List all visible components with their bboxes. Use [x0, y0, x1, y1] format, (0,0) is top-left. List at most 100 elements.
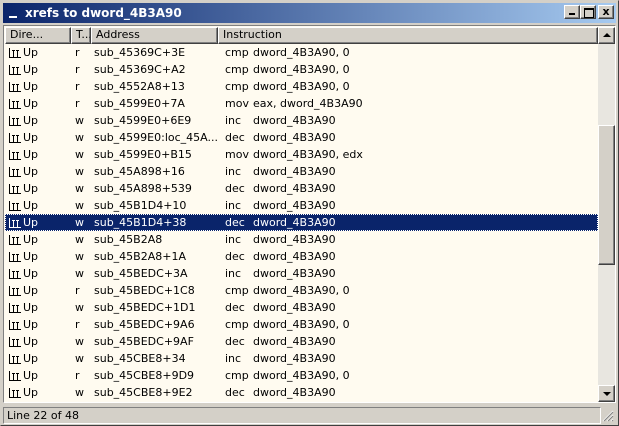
list-item[interactable]: Up w sub_45A898+16 inc dword_4B3A90: [5, 163, 598, 180]
list-item[interactable]: Up w sub_45BEDC+1D1 dec dword_4B3A90: [5, 299, 598, 316]
mnemonic-cell: dec: [225, 250, 245, 263]
address-cell: sub_45369C+A2: [94, 63, 186, 76]
address-cell: sub_45369C+3E: [94, 46, 186, 59]
direction-cell: Up: [5, 199, 71, 212]
address-cell: sub_4599E0+7A: [94, 97, 185, 110]
list-item[interactable]: Up r sub_45BEDC+9A6 cmp dword_4B3A90, 0: [5, 316, 598, 333]
operands-cell: dword_4B3A90: [253, 250, 336, 263]
direction-cell: Up: [5, 97, 71, 110]
direction-cell: Up: [5, 148, 71, 161]
type-cell: w: [75, 114, 84, 127]
list-item[interactable]: Up w sub_4599E0+B15 mov dword_4B3A90, edx: [5, 146, 598, 163]
xref-list[interactable]: Dire... T... Address Instruction Up r sub_…: [3, 25, 616, 403]
mnemonic-cell: dec: [225, 386, 245, 399]
xref-direction-icon: [8, 115, 22, 127]
direction-cell: Up: [5, 114, 71, 127]
direction-label: Up: [23, 165, 39, 178]
direction-label: Up: [23, 97, 39, 110]
list-item[interactable]: Up w sub_45B2A8 inc dword_4B3A90: [5, 231, 598, 248]
minimize-button[interactable]: [564, 5, 580, 19]
mnemonic-cell: inc: [225, 352, 242, 365]
direction-label: Up: [23, 267, 39, 280]
mnemonic-cell: dec: [225, 216, 245, 229]
xref-direction-icon: [8, 47, 22, 59]
list-item[interactable]: Up w sub_45CBE8+9E2 dec dword_4B3A90: [5, 384, 598, 401]
list-item[interactable]: Up w sub_45CBE8+34 inc dword_4B3A90: [5, 350, 598, 367]
xref-direction-icon: [8, 98, 22, 110]
direction-cell: Up: [5, 318, 71, 331]
direction-cell: Up: [5, 131, 71, 144]
operands-cell: dword_4B3A90, 0: [253, 284, 350, 297]
column-header-type[interactable]: T...: [71, 27, 91, 44]
vertical-scrollbar[interactable]: [598, 27, 615, 402]
list-item[interactable]: Up w sub_45BEDC+9AF dec dword_4B3A90: [5, 333, 598, 350]
direction-cell: Up: [5, 284, 71, 297]
scroll-down-button[interactable]: [598, 385, 615, 402]
list-item[interactable]: Up w sub_45B1D4+38 dec dword_4B3A90: [5, 214, 598, 231]
maximize-button[interactable]: [580, 5, 596, 19]
list-item[interactable]: Up w sub_4599E0:loc_45A... dec dword_4B3A90: [5, 129, 598, 146]
address-cell: sub_45CBE8+34: [94, 352, 186, 365]
type-cell: r: [75, 80, 80, 93]
type-cell: r: [75, 284, 80, 297]
resize-grip-icon[interactable]: [602, 410, 614, 422]
mnemonic-cell: inc: [225, 199, 242, 212]
xref-direction-icon: [8, 217, 22, 229]
address-cell: sub_45BEDC+3A: [94, 267, 188, 280]
mnemonic-cell: mov: [225, 97, 249, 110]
list-item[interactable]: Up r sub_45CBE8+9D9 cmp dword_4B3A90, 0: [5, 367, 598, 384]
xref-direction-icon: [8, 200, 22, 212]
list-item[interactable]: Up w sub_45BEDC+3A inc dword_4B3A90: [5, 265, 598, 282]
list-item[interactable]: Up r sub_45369C+A2 cmp dword_4B3A90, 0: [5, 61, 598, 78]
direction-label: Up: [23, 284, 39, 297]
type-cell: w: [75, 148, 84, 161]
operands-cell: dword_4B3A90: [253, 335, 336, 348]
close-button[interactable]: x: [598, 5, 614, 19]
xref-direction-icon: [8, 132, 22, 144]
list-item[interactable]: Up w sub_45B2A8+1A dec dword_4B3A90: [5, 248, 598, 265]
column-header-address[interactable]: Address: [91, 27, 218, 44]
list-item[interactable]: Up r sub_45BEDC+1C8 cmp dword_4B3A90, 0: [5, 282, 598, 299]
address-cell: sub_45CBE8+9E2: [94, 386, 193, 399]
type-cell: w: [75, 131, 84, 144]
address-cell: sub_45BEDC+1D1: [94, 301, 196, 314]
direction-cell: Up: [5, 335, 71, 348]
status-text: Line 22 of 48: [3, 406, 601, 424]
arrow-down-icon: [603, 392, 611, 396]
type-cell: r: [75, 97, 80, 110]
type-cell: w: [75, 165, 84, 178]
mnemonic-cell: cmp: [225, 369, 249, 382]
list-item[interactable]: Up r sub_4552A8+13 cmp dword_4B3A90, 0: [5, 78, 598, 95]
direction-label: Up: [23, 216, 39, 229]
operands-cell: dword_4B3A90: [253, 114, 336, 127]
list-item[interactable]: Up r sub_45369C+3E cmp dword_4B3A90, 0: [5, 44, 598, 61]
address-cell: sub_45A898+539: [94, 182, 192, 195]
column-header-direction[interactable]: Dire...: [5, 27, 71, 44]
address-cell: sub_45B1D4+38: [94, 216, 187, 229]
mnemonic-cell: dec: [225, 131, 245, 144]
title-bar[interactable]: xrefs to dword_4B3A90 x: [3, 3, 616, 23]
operands-cell: dword_4B3A90, 0: [253, 46, 350, 59]
type-cell: w: [75, 250, 84, 263]
column-header-instruction[interactable]: Instruction: [218, 27, 598, 44]
list-item[interactable]: Up r sub_4599E0+7A mov eax, dword_4B3A90: [5, 95, 598, 112]
direction-cell: Up: [5, 233, 71, 246]
type-cell: w: [75, 233, 84, 246]
direction-cell: Up: [5, 80, 71, 93]
list-item[interactable]: Up w sub_45B1D4+10 inc dword_4B3A90: [5, 197, 598, 214]
type-cell: w: [75, 267, 84, 280]
scroll-up-button[interactable]: [598, 27, 615, 44]
title-buttons: x: [564, 5, 614, 19]
direction-label: Up: [23, 250, 39, 263]
address-cell: sub_45B2A8: [94, 233, 163, 246]
scroll-thumb[interactable]: [598, 125, 615, 265]
list-item[interactable]: Up w sub_45A898+539 dec dword_4B3A90: [5, 180, 598, 197]
direction-label: Up: [23, 301, 39, 314]
operands-cell: dword_4B3A90: [253, 182, 336, 195]
xref-direction-icon: [8, 370, 22, 382]
type-cell: r: [75, 318, 80, 331]
mnemonic-cell: cmp: [225, 284, 249, 297]
list-item[interactable]: Up w sub_4599E0+6E9 inc dword_4B3A90: [5, 112, 598, 129]
direction-label: Up: [23, 63, 39, 76]
window-icon[interactable]: [7, 6, 21, 20]
